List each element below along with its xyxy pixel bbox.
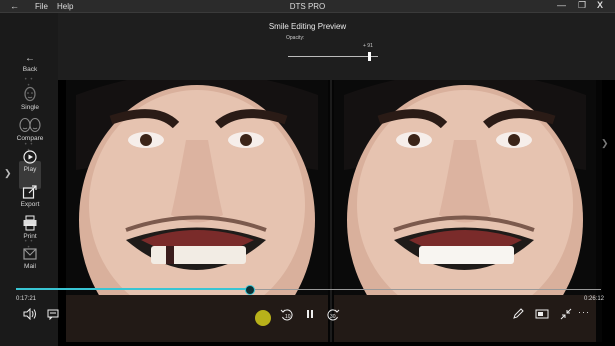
forward-label: 30 [330, 314, 336, 320]
video-area[interactable] [66, 80, 602, 342]
opacity-slider[interactable] [288, 56, 378, 57]
opacity-slider-thumb[interactable] [368, 52, 371, 61]
sidebar-item-label: Export [20, 201, 40, 208]
app-title: DTS PRO [289, 2, 326, 11]
back-arrow-icon: ← [25, 53, 35, 64]
mail-icon [23, 248, 37, 260]
progress-thumb[interactable] [245, 285, 255, 295]
mouse-cursor-highlight [255, 310, 271, 326]
rewind-label: 10 [285, 314, 291, 320]
title-bar: ← File Help DTS PRO — ❐ X [0, 0, 615, 13]
panel-collapse-left-icon[interactable]: ❯ [4, 168, 12, 179]
sidebar-item-export[interactable]: Export [4, 185, 56, 208]
sidebar-item-label: Back [22, 66, 38, 73]
total-time: 0:26:12 [584, 296, 605, 302]
collapse-icon[interactable] [560, 308, 572, 322]
sidebar-item-mail[interactable]: Mail [4, 247, 56, 270]
minimize-button[interactable]: — [557, 0, 566, 10]
sidebar-item-back[interactable]: ← Back [4, 53, 56, 73]
face-icon [24, 86, 36, 102]
preview-header: Smile Editing Preview [0, 13, 615, 80]
sidebar-item-label: Single [20, 104, 40, 111]
page-title: Smile Editing Preview [268, 22, 347, 31]
opacity-label: Opacity: [286, 35, 305, 41]
split-divider[interactable] [330, 80, 332, 342]
sidebar-item-label: Mail [24, 263, 36, 270]
pause-button[interactable] [305, 308, 315, 323]
play-circle-icon [23, 150, 37, 164]
sidebar-item-single[interactable]: Single [4, 86, 56, 111]
subtitles-icon[interactable] [47, 308, 59, 322]
volume-icon[interactable] [23, 307, 37, 322]
edited-smile-photo [334, 80, 596, 342]
sidebar-item-label: Play [23, 166, 37, 173]
opacity-value: + 91 [363, 43, 373, 49]
current-time: 0:17:21 [16, 296, 37, 302]
compare-faces-icon [19, 117, 41, 133]
progress-fill [16, 288, 250, 290]
printer-icon [23, 215, 37, 231]
rewind-button[interactable]: 10 [280, 308, 294, 324]
close-button[interactable]: X [597, 0, 603, 10]
sidebar-item-print[interactable]: Print [4, 215, 56, 240]
pencil-icon[interactable] [512, 308, 524, 322]
aspect-ratio-icon[interactable] [535, 308, 549, 322]
forward-button[interactable]: 30 [326, 308, 340, 324]
sidebar-item-compare[interactable]: Compare [4, 117, 56, 142]
sidebar-item-label: Compare [16, 135, 44, 142]
maximize-button[interactable]: ❐ [578, 0, 586, 11]
export-icon [22, 185, 37, 199]
more-options-button[interactable]: ··· [578, 307, 590, 317]
original-smile-photo [66, 80, 328, 342]
panel-expand-right-icon[interactable]: ❯ [601, 138, 609, 149]
